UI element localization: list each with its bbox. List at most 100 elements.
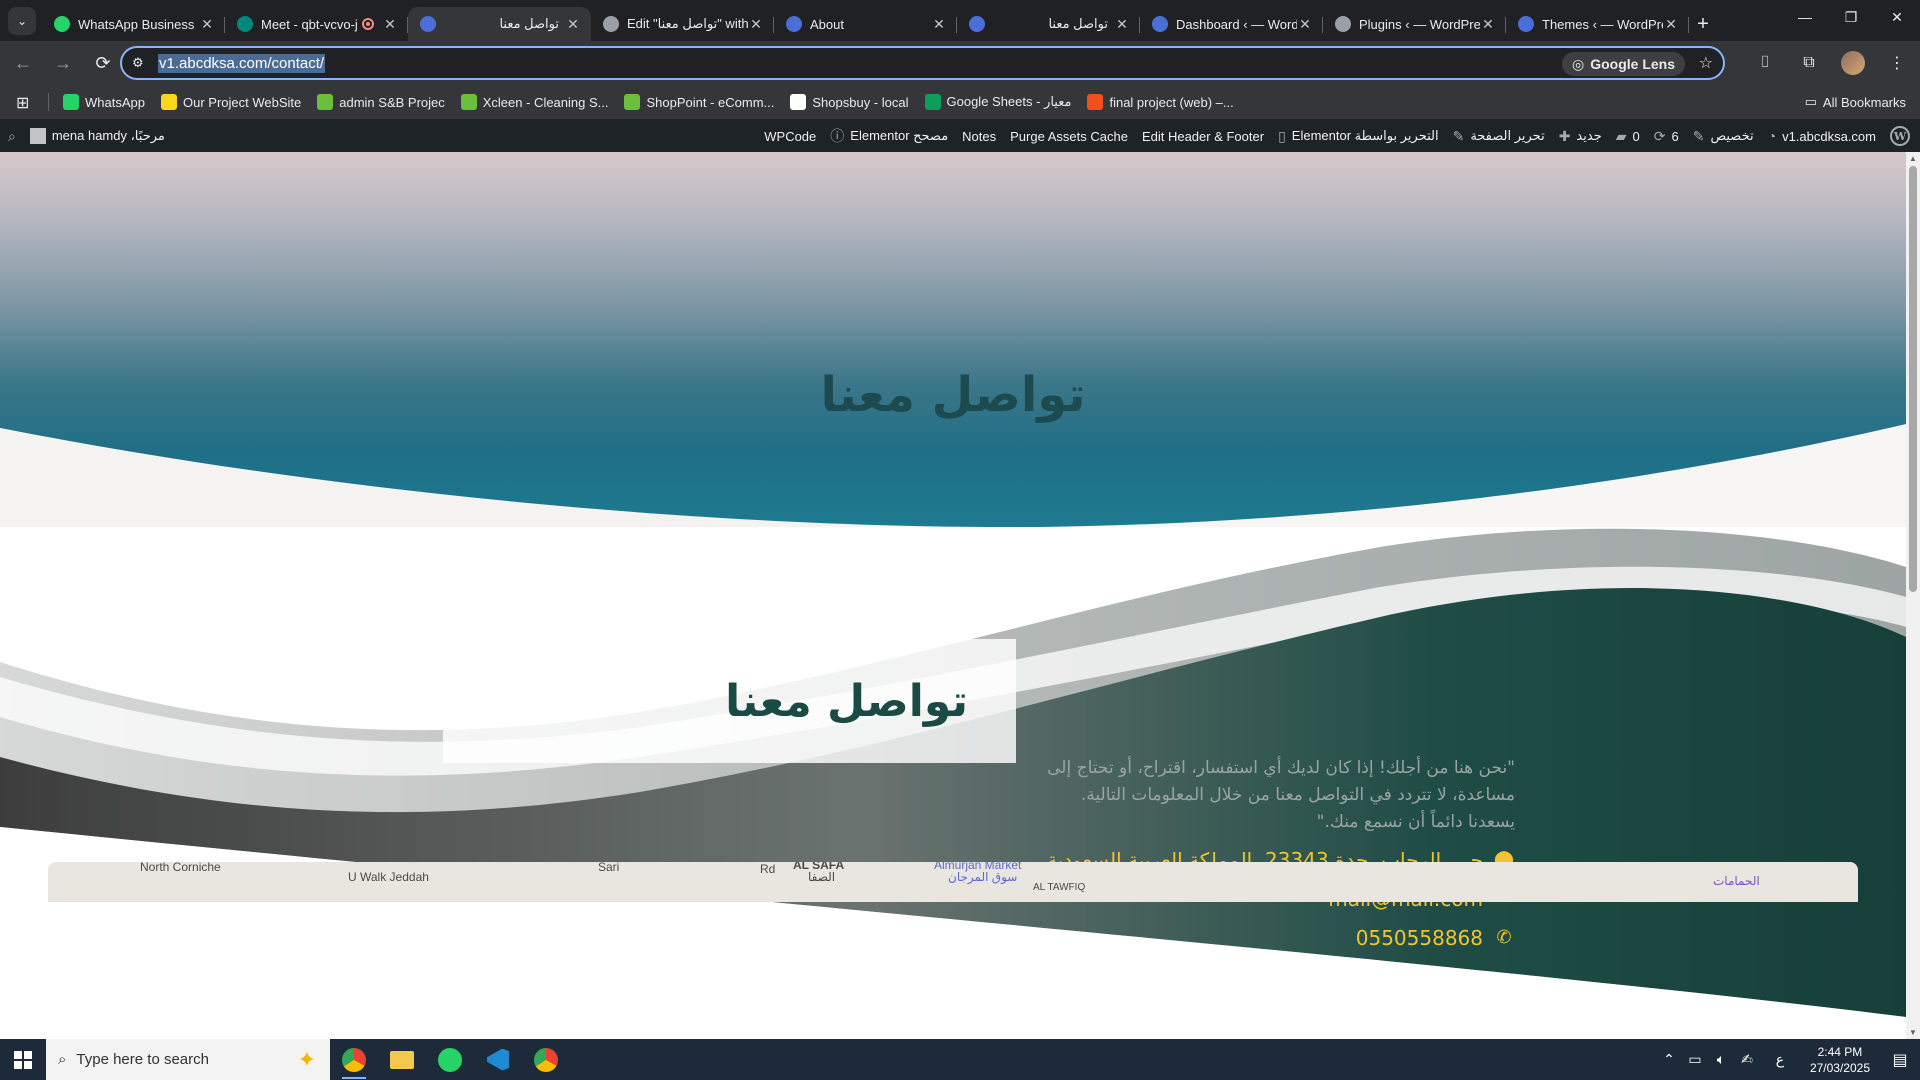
menu-icon[interactable]: ⋮ (1882, 48, 1912, 78)
bookmark-item[interactable]: final project (web) –... (1087, 94, 1234, 110)
network-icon[interactable]: ▭ (1682, 1051, 1708, 1068)
page-scrollbar[interactable]: ▲ ▼ (1906, 152, 1920, 1039)
close-tab-icon[interactable]: ✕ (748, 16, 764, 33)
new-tab-button[interactable]: + (1689, 7, 1717, 41)
bookmark-item[interactable]: admin S&B Projec (317, 94, 445, 110)
map-label: Rd (760, 862, 776, 876)
restore-icon[interactable]: ❐ (1828, 0, 1874, 34)
url-text[interactable]: v1.abcdksa.com/contact/ (158, 53, 326, 73)
bookmark-item[interactable]: WhatsApp (63, 94, 145, 110)
bookmark-item[interactable]: Google Sheets - معيار (924, 94, 1071, 110)
extensions-icon[interactable]: ⧉ (1794, 48, 1824, 78)
close-window-icon[interactable]: ✕ (1874, 0, 1920, 34)
tab-title: Plugins ‹ — WordPre (1359, 16, 1480, 32)
bookmark-star-icon[interactable]: ☆ (1699, 53, 1713, 73)
taskbar-search-placeholder: Type here to search (76, 1051, 209, 1068)
wp-customize[interactable]: ✎ تخصيص (1693, 128, 1754, 145)
bookmark-item[interactable]: Our Project WebSite (160, 94, 301, 110)
browser-toolbar: ← → ⟳ ⚙ v1.abcdksa.com/contact/ ◎ Google… (0, 41, 1920, 85)
pen-icon[interactable]: ✍︎ (1734, 1051, 1760, 1068)
bookmark-favicon-icon (160, 94, 177, 110)
close-tab-icon[interactable]: ✕ (931, 16, 947, 33)
google-lens-button[interactable]: ◎ Google Lens (1561, 52, 1685, 76)
phone-text[interactable]: 0550558868 (1356, 926, 1483, 950)
wp-elementor-edit[interactable]: ▯ التحرير بواسطة Elementor (1278, 128, 1439, 145)
volume-icon[interactable]: 🔈︎ (1708, 1051, 1734, 1068)
wp-logo-menu[interactable]: W (1890, 126, 1910, 146)
close-tab-icon[interactable]: ✕ (1114, 16, 1130, 33)
bookmark-favicon-icon (1087, 94, 1104, 110)
close-tab-icon[interactable]: ✕ (382, 16, 398, 33)
browser-tab[interactable]: Themes ‹ — WordPre ✕ (1506, 7, 1689, 41)
bookmark-item[interactable]: Xcleen - Cleaning S... (460, 94, 608, 110)
browser-tab[interactable]: Edit "تواصل معنا" with ✕ (591, 7, 774, 41)
wp-account-menu[interactable]: مرحبًا، mena hamdy (29, 128, 165, 144)
browser-tab[interactable]: WhatsApp Business ✕ (42, 7, 225, 41)
scrollbar-thumb[interactable] (1909, 166, 1917, 592)
site-info-icon[interactable]: ⚙ (132, 55, 152, 71)
chrome-taskbar-icon[interactable] (330, 1039, 378, 1080)
search-icon: ⌕ (58, 1051, 67, 1068)
bookmark-favicon-icon (624, 94, 641, 110)
wp-elementor-debugger[interactable]: ⓘ مصحح Elementor (830, 126, 948, 146)
apps-grid-icon[interactable]: ⊞ (16, 93, 34, 112)
browser-tab[interactable]: تواصل معنا ✕ (957, 7, 1140, 41)
phone-line[interactable]: ✆ 0550558868 (1040, 922, 1515, 953)
file-explorer-taskbar-icon[interactable] (378, 1039, 426, 1080)
browser-tab[interactable]: Meet - qbt-vcvo-j ✕ (225, 7, 408, 41)
browser-tab[interactable]: About ✕ (774, 7, 957, 41)
start-button[interactable] (0, 1039, 46, 1080)
wp-new-content[interactable]: ✚ جديد (1559, 128, 1602, 145)
bookmark-favicon-icon (460, 94, 477, 110)
close-tab-icon[interactable]: ✕ (199, 16, 215, 33)
bookmark-item[interactable]: Shopsbuy - local (790, 94, 909, 110)
bookmark-label: final project (web) –... (1109, 94, 1234, 110)
wp-purge-cache[interactable]: Purge Assets Cache (1010, 129, 1128, 144)
close-tab-icon[interactable]: ✕ (1663, 16, 1679, 33)
chrome-taskbar-icon-2[interactable] (522, 1039, 570, 1080)
language-indicator[interactable]: ع (1760, 1051, 1800, 1068)
bookmark-label: WhatsApp (85, 94, 145, 110)
whatsapp-taskbar-icon[interactable] (426, 1039, 474, 1080)
wp-wpcode[interactable]: WPCode (764, 129, 816, 144)
chevron-up-icon[interactable]: ⌃ (1656, 1051, 1682, 1068)
scroll-up-icon[interactable]: ▲ (1909, 154, 1917, 163)
vscode-taskbar-icon[interactable] (474, 1039, 522, 1080)
profile-avatar[interactable] (1838, 48, 1868, 78)
address-bar[interactable]: ⚙ v1.abcdksa.com/contact/ ◎ Google Lens … (120, 46, 1725, 80)
wp-edit-header-footer[interactable]: Edit Header & Footer (1142, 129, 1264, 144)
back-button[interactable]: ← (6, 46, 40, 80)
close-tab-icon[interactable]: ✕ (1480, 16, 1496, 33)
tab-title: Meet - qbt-vcvo-j (261, 16, 358, 32)
close-tab-icon[interactable]: ✕ (565, 16, 581, 33)
browser-tab[interactable]: تواصل معنا ✕ (408, 7, 591, 41)
elementor-icon: ▯ (1278, 127, 1286, 144)
section-title-card: تواصل معنا (443, 639, 1016, 763)
close-tab-icon[interactable]: ✕ (1297, 16, 1313, 33)
wp-edit-page[interactable]: ✎ تحرير الصفحة (1453, 128, 1545, 145)
map-embed[interactable]: North Corniche U Walk Jeddah Sari Rd AL … (48, 862, 1858, 902)
clock[interactable]: 2:44 PM 27/03/2025 (1810, 1044, 1870, 1076)
browser-tab[interactable]: Dashboard ‹ — Word ✕ (1140, 7, 1323, 41)
scroll-down-icon[interactable]: ▼ (1909, 1028, 1917, 1037)
wp-site-menu[interactable]: ◔ v1.abcdksa.com (1768, 128, 1876, 144)
taskbar-search[interactable]: ⌕ Type here to search ✦ (46, 1039, 330, 1080)
notification-icon[interactable]: ▤ (1880, 1039, 1920, 1080)
bookmark-item[interactable]: ShopPoint - eComm... (624, 94, 774, 110)
search-icon[interactable]: ⌕ (8, 128, 16, 145)
bookmark-favicon-icon (790, 94, 807, 110)
wp-notes[interactable]: Notes (962, 129, 996, 144)
wp-comments[interactable]: ▰ 0 (1616, 128, 1640, 145)
contact-section: تواصل معنا "نحن هنا من أجلك! إذا كان لدي… (0, 527, 1906, 1039)
reload-button[interactable]: ⟳ (86, 46, 120, 80)
forward-button[interactable]: → (46, 46, 80, 80)
all-bookmarks-button[interactable]: ▭ All Bookmarks (1805, 94, 1906, 110)
clock-date: 27/03/2025 (1809, 1060, 1870, 1075)
minimize-icon[interactable]: — (1782, 0, 1828, 34)
screenshot-icon[interactable]: ⌷ (1750, 48, 1780, 78)
browser-tab[interactable]: Plugins ‹ — WordPre ✕ (1323, 7, 1506, 41)
elementor-edit-label: التحرير بواسطة Elementor (1291, 128, 1439, 143)
tab-title: تواصل معنا (1048, 16, 1108, 31)
wp-updates[interactable]: ⟳ 6 (1654, 128, 1679, 145)
tab-search-button[interactable]: ⌄ (8, 7, 36, 35)
